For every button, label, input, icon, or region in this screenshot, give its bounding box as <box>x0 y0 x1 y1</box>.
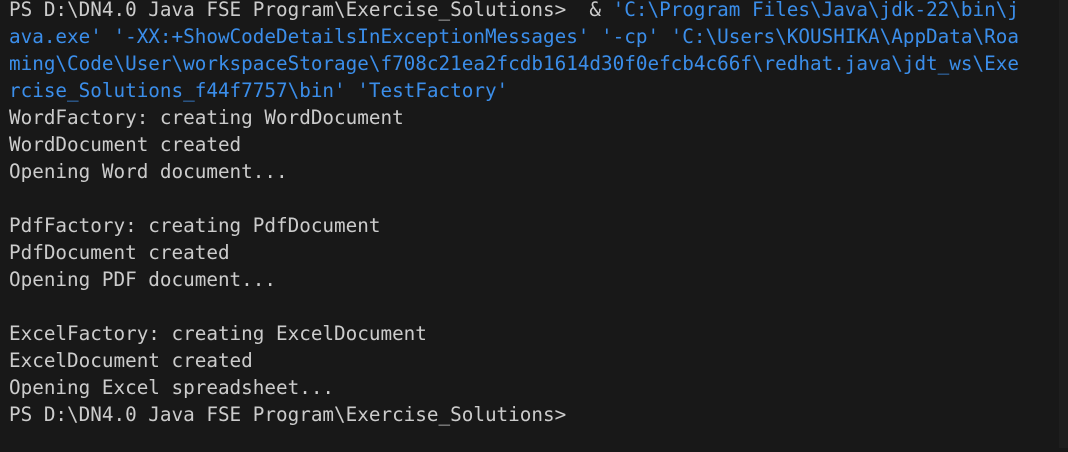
command-text: 'C:\Program Files\Java\jdk-22\bin\j <box>612 0 1019 21</box>
command-line-2: ava.exe' '-XX:+ShowCodeDetailsInExceptio… <box>9 25 1019 48</box>
command-line-3: ming\Code\User\workspaceStorage\f708c21e… <box>9 52 1019 75</box>
call-operator: & <box>589 0 602 21</box>
output-line: WordDocument created <box>9 133 242 156</box>
output-line: ExcelDocument created <box>9 349 253 372</box>
output-line: Opening Excel spreadsheet... <box>9 376 335 399</box>
prompt: PS D:\DN4.0 Java FSE Program\Exercise_So… <box>9 0 567 21</box>
output-line: Opening PDF document... <box>9 268 276 291</box>
output-line: WordFactory: creating WordDocument <box>9 106 404 129</box>
terminal-panel[interactable]: PS D:\DN4.0 Java FSE Program\Exercise_So… <box>0 0 1068 448</box>
command-line-1: PS D:\DN4.0 Java FSE Program\Exercise_So… <box>9 0 1068 23</box>
vertical-scrollbar[interactable] <box>1059 0 1068 448</box>
final-prompt-line[interactable]: PS D:\DN4.0 Java FSE Program\Exercise_So… <box>9 401 1068 428</box>
output-line: PdfFactory: creating PdfDocument <box>9 214 381 237</box>
final-prompt: PS D:\DN4.0 Java FSE Program\Exercise_So… <box>9 403 567 426</box>
output-line: Opening Word document... <box>9 160 288 183</box>
output-line: PdfDocument created <box>9 241 230 264</box>
command-line-4: rcise_Solutions_f44f7757\bin' 'TestFacto… <box>9 79 509 102</box>
output-line: ExcelFactory: creating ExcelDocument <box>9 322 427 345</box>
